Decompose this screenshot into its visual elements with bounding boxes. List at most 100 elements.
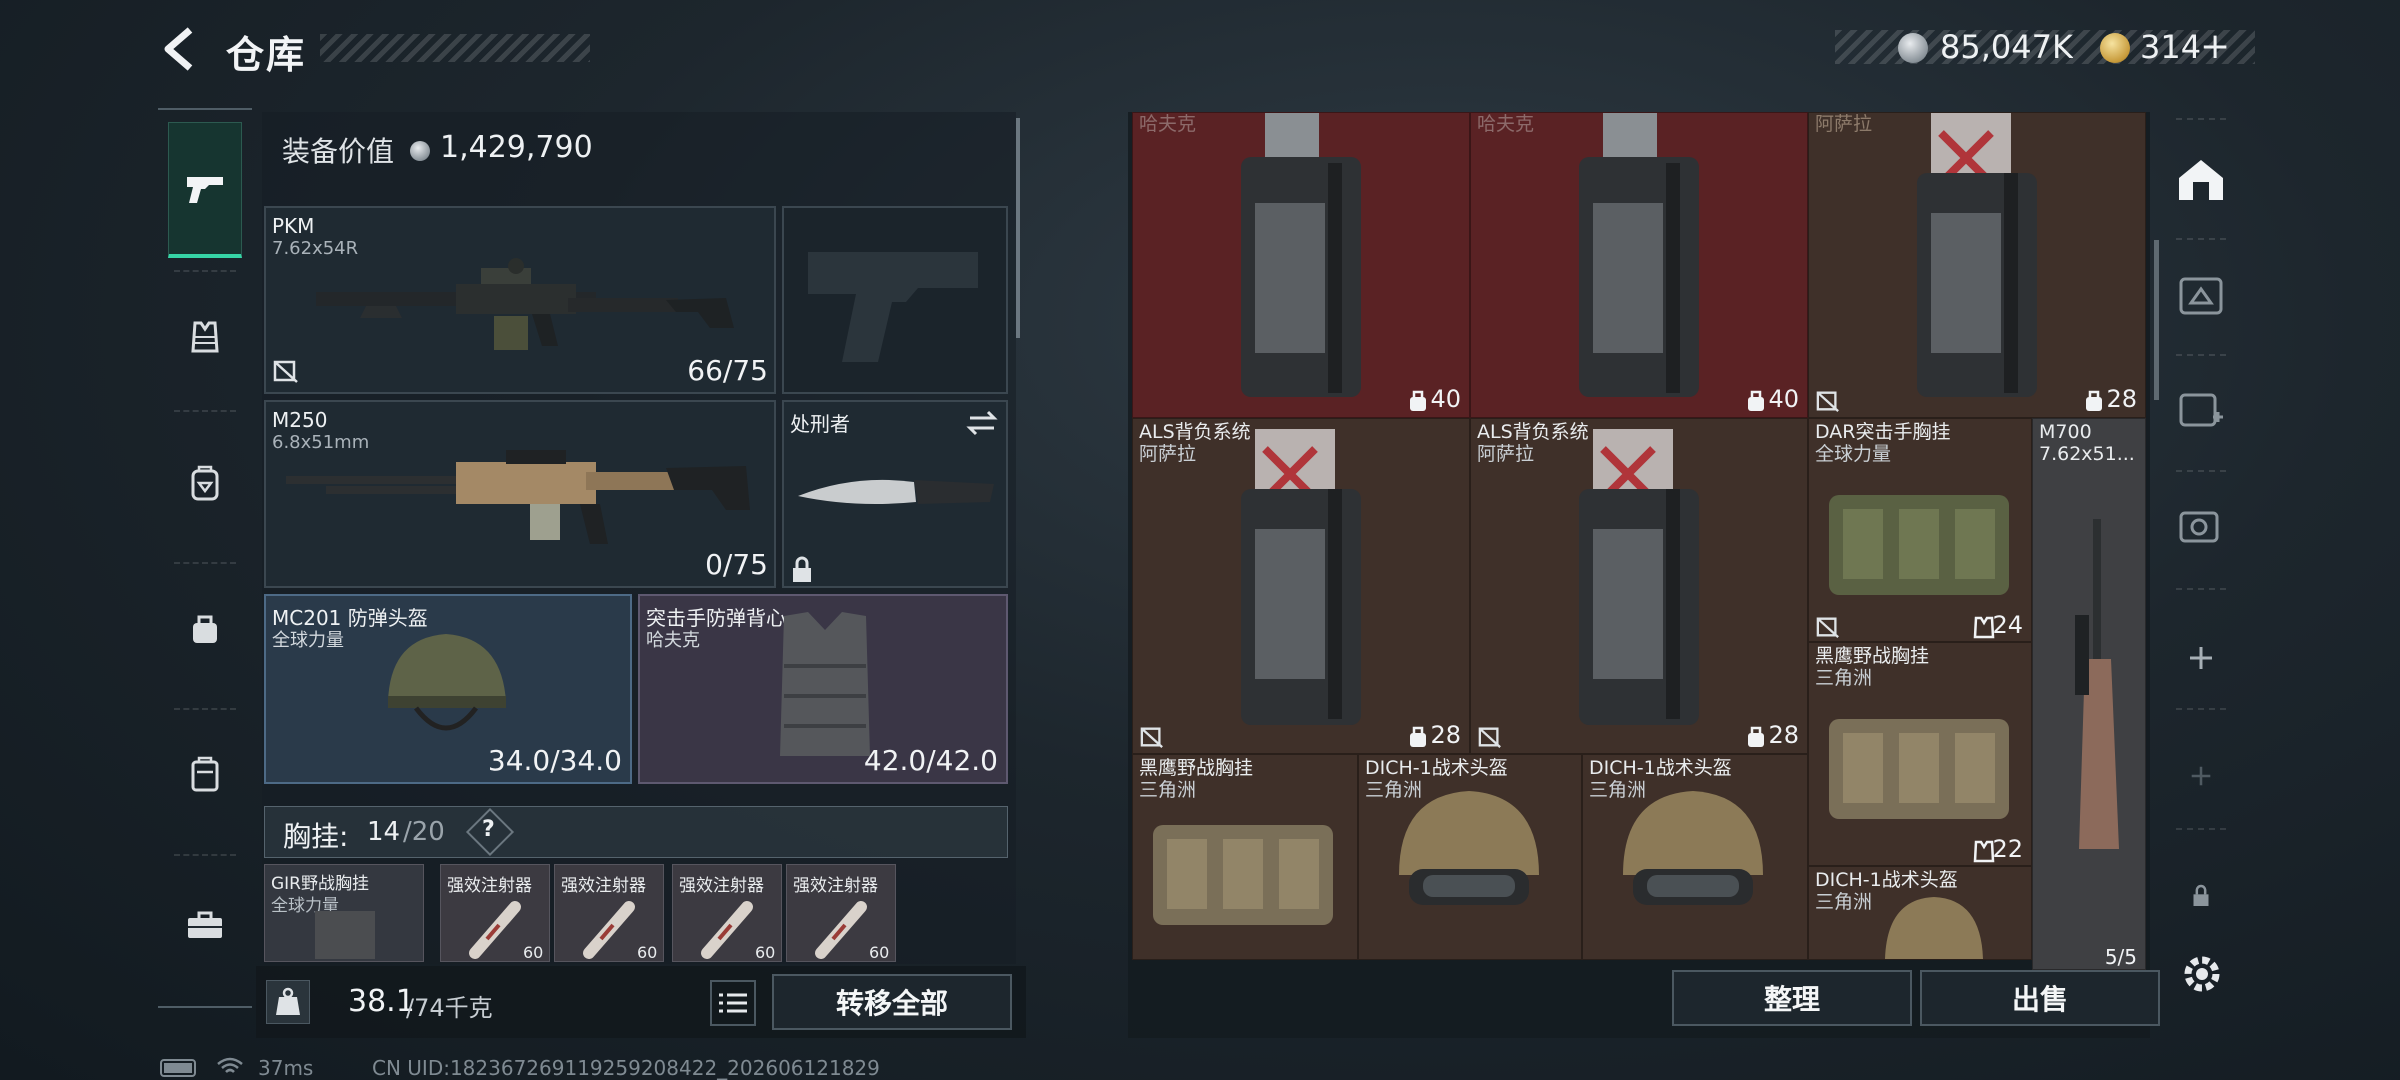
list-view-button[interactable]: [710, 980, 756, 1026]
weight-icon-box: [266, 980, 310, 1024]
chest-rig-header: 胸挂: 14 /20 ?: [264, 806, 1008, 858]
storage-item[interactable]: 阿萨拉 28: [1808, 112, 2146, 418]
loadout-category-nav: [158, 108, 252, 1008]
nav-case[interactable]: [168, 730, 242, 820]
item-maker: 全球力量: [1815, 443, 1892, 465]
item-maker: 阿萨拉: [1477, 443, 1535, 465]
sell-button[interactable]: 出售: [1920, 970, 2160, 1026]
storage-item[interactable]: ALS背负系统 阿萨拉 28: [1470, 418, 1808, 754]
injector-item[interactable]: 强效注射器 60: [554, 864, 664, 962]
helmet-slot[interactable]: MC201 防弹头盔 全球力量 34.0/34.0: [264, 594, 632, 784]
storage-item[interactable]: 黑鹰野战胸挂 三角洲 22: [1808, 642, 2032, 866]
item-name: 黑鹰野战胸挂: [1815, 645, 1930, 667]
silver-coin-icon: [1898, 33, 1928, 63]
item-name: DICH-1战术头盔: [1815, 869, 1958, 891]
lock-icon: [793, 556, 811, 582]
storage-scrollbar[interactable]: [2154, 240, 2159, 400]
no-insure-icon: [1478, 727, 1501, 749]
item-capacity: 28: [1430, 721, 1461, 749]
chest-rig-image: [1153, 825, 1333, 925]
tab-storage-4[interactable]: [2166, 486, 2236, 566]
item-value: 60: [523, 943, 544, 962]
armor-maker: 哈夫克: [646, 630, 700, 651]
helmet-maker: 全球力量: [272, 630, 344, 651]
tab-main-storage[interactable]: [2166, 140, 2236, 220]
injector-item[interactable]: 强效注射器 60: [786, 864, 896, 962]
pkm-machine-gun-image: [316, 258, 734, 350]
item-maker: 三角洲: [1139, 779, 1197, 801]
chest-rig-item[interactable]: GIR野战胸挂 全球力量: [264, 864, 424, 962]
nav-weapons[interactable]: [168, 122, 242, 258]
backpack-image: [1579, 429, 1699, 725]
back-button[interactable]: [160, 26, 202, 72]
add-storage-button[interactable]: [2166, 618, 2236, 698]
nav-backpack[interactable]: [168, 438, 242, 528]
item-capacity: 22: [1992, 835, 2023, 863]
user-uid: CN UID:18236726911925920842​2_2026061218…: [372, 1056, 880, 1080]
helmet-image: [1623, 791, 1763, 905]
item-maker: 哈夫克: [1477, 113, 1535, 135]
sort-button[interactable]: 整理: [1672, 970, 1912, 1026]
storage-item[interactable]: DICH-1战术头盔 三角洲: [1808, 866, 2032, 960]
storage-item[interactable]: 哈夫克 40: [1470, 112, 1808, 418]
item-name: 黑鹰野战胸挂: [1139, 757, 1254, 779]
gear-icon: [2184, 956, 2220, 992]
wifi-icon: [217, 1057, 243, 1073]
transfer-all-button[interactable]: 转移全部: [772, 974, 1012, 1030]
page-title: 仓库: [226, 33, 307, 77]
item-maker: 阿萨拉: [1815, 113, 1873, 135]
pistol-slot[interactable]: [782, 206, 1008, 394]
pistol-placeholder-icon: [808, 252, 978, 362]
ping: 37ms: [258, 1056, 314, 1080]
tab-storage-2[interactable]: [2166, 254, 2236, 334]
swap-icon[interactable]: [966, 410, 998, 436]
capacity-icon: [1748, 726, 1764, 747]
syringe-image: [815, 901, 867, 959]
add-storage-disabled: [2166, 736, 2236, 816]
item-capacity: 28: [2106, 385, 2137, 413]
gold-coin-icon: [2100, 33, 2130, 63]
loadout-scrollbar[interactable]: [1016, 118, 1020, 338]
pouch-icon: [193, 615, 217, 643]
storage-item[interactable]: 黑鹰野战胸挂 三角洲: [1132, 754, 1358, 960]
secondary-weapon-slot[interactable]: M250 6.8x51mm 0/75: [264, 400, 776, 588]
injector-item[interactable]: 强效注射器 60: [672, 864, 782, 962]
plus-icon: [2191, 766, 2211, 786]
equipment-value-label: 装备价值: [282, 135, 395, 168]
no-insure-icon: [273, 360, 298, 383]
item-value: 60: [637, 943, 658, 962]
max-weight: /74千克: [406, 994, 493, 1022]
storage-item[interactable]: ALS背负系统 阿萨拉 28: [1132, 418, 1470, 754]
syringe-image: [469, 901, 521, 959]
no-insure-icon: [1140, 727, 1163, 749]
item-caliber: 7.62x51...: [2039, 443, 2135, 465]
nav-armor[interactable]: [168, 292, 242, 382]
primary-weapon-slot[interactable]: PKM 7.62x54R 66/75: [264, 206, 776, 394]
storage-item[interactable]: 哈夫克 40: [1132, 112, 1470, 418]
storage-item[interactable]: DICH-1战术头盔 三角洲: [1358, 754, 1582, 960]
melee-slot[interactable]: 处刑者: [782, 400, 1008, 588]
plus-icon: [2190, 647, 2212, 669]
help-icon[interactable]: ?: [482, 817, 495, 842]
current-weight: 38.1: [348, 984, 415, 1019]
tab-storage-3[interactable]: [2166, 370, 2236, 450]
chest-label: 胸挂:: [283, 820, 349, 853]
syringe-image: [701, 901, 753, 959]
add-gold-button[interactable]: +: [2200, 26, 2230, 67]
storage-item[interactable]: DICH-1战术头盔 三角洲: [1582, 754, 1808, 960]
settings-button[interactable]: [2178, 950, 2226, 998]
m700-rifle-image: [2075, 519, 2119, 849]
no-insure-icon: [1816, 617, 1839, 639]
storage-item[interactable]: M700 7.62x51... 5/5: [2032, 418, 2146, 970]
nav-toolbox[interactable]: [168, 880, 242, 970]
item-maker: 哈夫克: [1139, 113, 1197, 135]
weapon-durability: 0/75: [705, 548, 768, 581]
nav-rig[interactable]: [168, 584, 242, 674]
equipment-value: 1,429,790: [440, 130, 593, 165]
item-capacity: 40: [1430, 385, 1461, 413]
capacity-icon: [1410, 726, 1426, 747]
injector-item[interactable]: 强效注射器 60: [440, 864, 550, 962]
helmet-durability: 34.0/34.0: [487, 744, 622, 777]
storage-item[interactable]: DAR突击手胸挂 全球力量 24: [1808, 418, 2032, 642]
armor-slot[interactable]: 突击手防弹背心 哈夫克 42.0/42.0: [638, 594, 1008, 784]
